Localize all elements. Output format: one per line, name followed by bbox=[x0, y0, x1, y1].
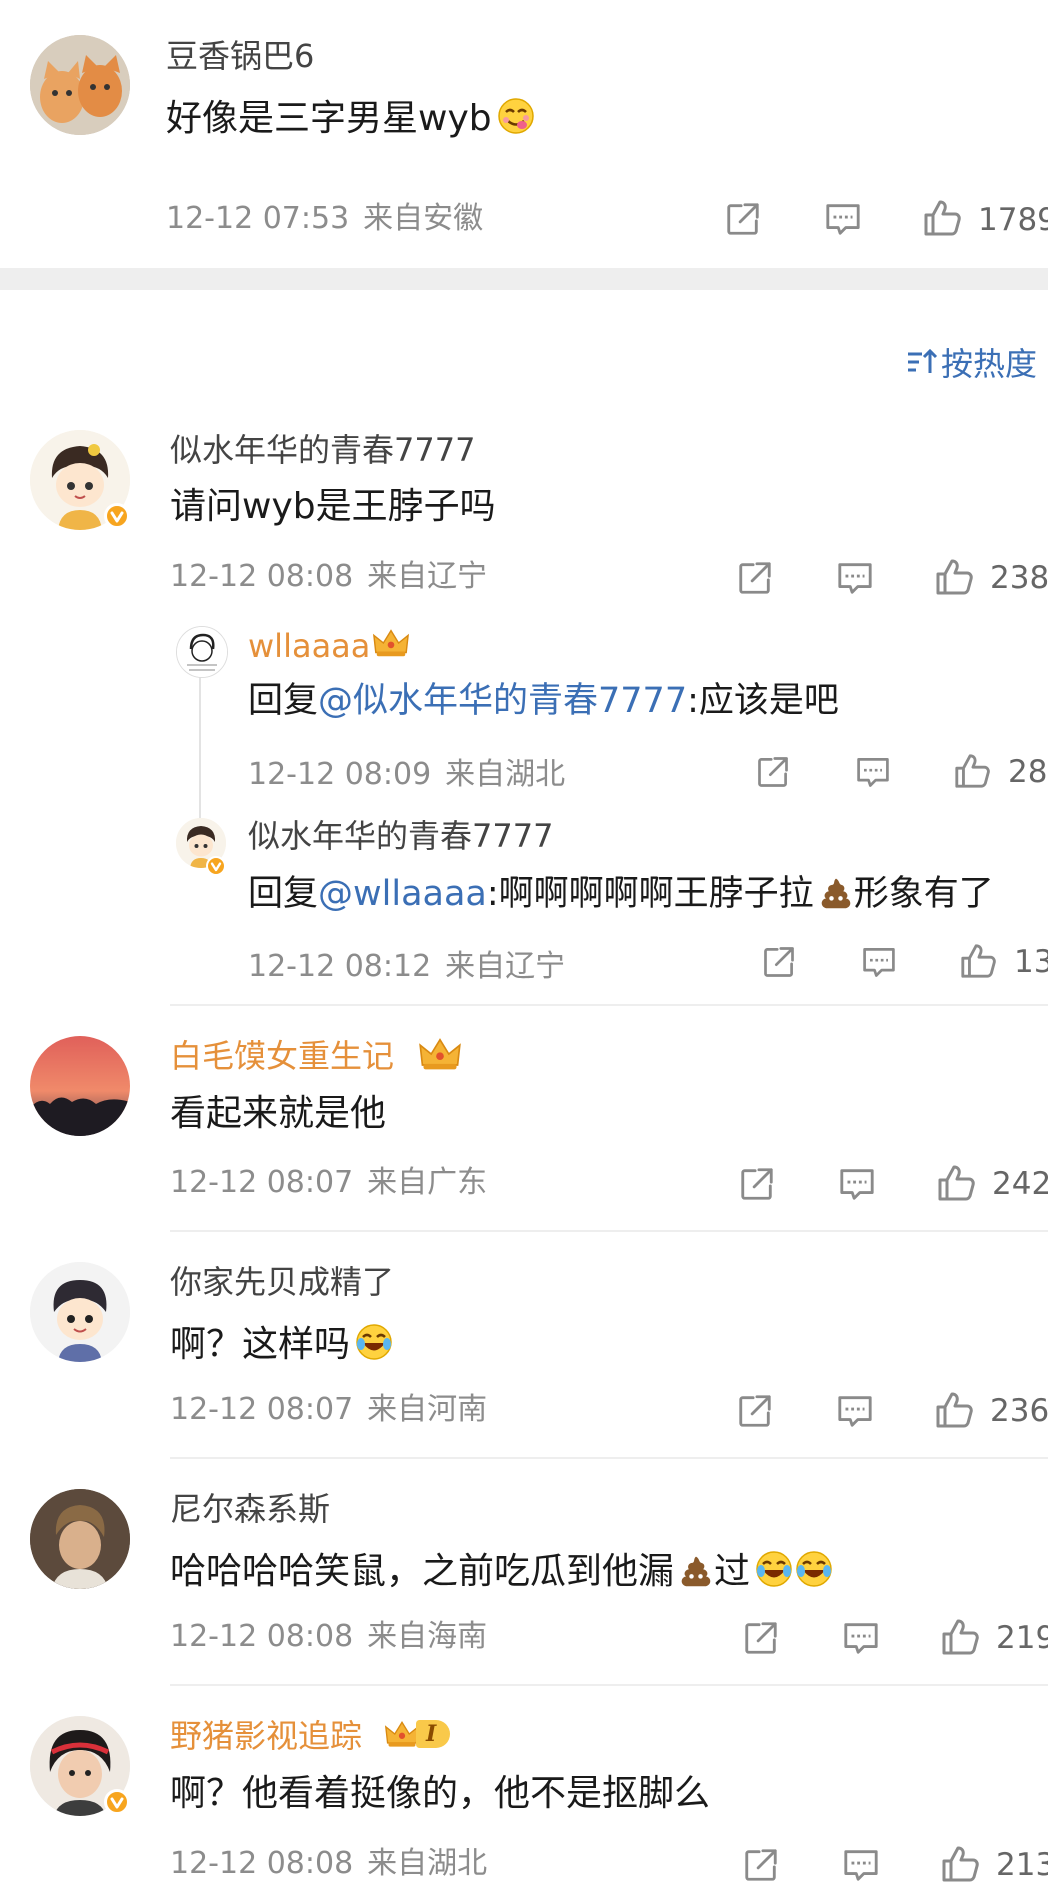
comment-text: 哈哈哈哈笑鼠，之前吃瓜到他漏过 bbox=[170, 1549, 834, 1590]
comment-text: 请问wyb是王脖子吗 bbox=[170, 486, 496, 527]
like-count: 213 bbox=[996, 1847, 1048, 1883]
share-icon[interactable] bbox=[742, 1846, 780, 1884]
comment-text: 啊？这样吗 bbox=[170, 1322, 394, 1363]
reply-username[interactable]: wllaaaa bbox=[248, 630, 370, 662]
share-icon[interactable] bbox=[755, 754, 791, 790]
crown-badge-icon bbox=[384, 1719, 420, 1749]
sort-label: 按热度 bbox=[941, 345, 1038, 383]
user-avatar[interactable] bbox=[30, 35, 130, 135]
comment-text: 好像是三字男星wyb bbox=[166, 96, 536, 137]
comment-meta: 12-12 08:08 来自辽宁 bbox=[170, 559, 488, 594]
comment-icon[interactable] bbox=[836, 559, 874, 597]
like-icon[interactable] bbox=[940, 1617, 980, 1657]
username[interactable]: 你家先贝成精了 bbox=[170, 1266, 394, 1298]
user-avatar[interactable] bbox=[30, 1262, 130, 1362]
username[interactable]: 野猪影视追踪 bbox=[170, 1720, 362, 1752]
reply-username[interactable]: 似水年华的青春7777 bbox=[248, 820, 553, 852]
reply-text: 回复@wllaaaa:啊啊啊啊啊王脖子拉 形象有了 bbox=[248, 874, 994, 914]
laughing-emoji-icon bbox=[354, 1322, 394, 1362]
laughing-emoji-icon bbox=[754, 1549, 794, 1589]
comment-meta: 12-12 08:08 来自海南 bbox=[170, 1619, 488, 1654]
share-icon[interactable] bbox=[738, 1165, 776, 1203]
comment-divider bbox=[170, 1457, 1048, 1459]
reply-meta: 12-12 08:12 来自辽宁 bbox=[248, 949, 566, 984]
comment-text: 啊？他看着挺像的，他不是抠脚么 bbox=[170, 1773, 711, 1814]
comment-divider bbox=[170, 1684, 1048, 1686]
comment-divider bbox=[170, 1004, 1048, 1006]
like-count: 238 bbox=[990, 560, 1048, 596]
like-icon[interactable] bbox=[934, 1390, 974, 1430]
verified-badge-icon bbox=[104, 1789, 130, 1815]
comment-icon[interactable] bbox=[836, 1392, 874, 1430]
share-icon[interactable] bbox=[736, 1392, 774, 1430]
comment-icon[interactable] bbox=[842, 1846, 880, 1884]
comment-meta: 12-12 07:53 来自安徽 bbox=[166, 201, 484, 236]
reply-text: 回复@似水年华的青春7777:应该是吧 bbox=[248, 681, 839, 721]
like-count: 242 bbox=[992, 1166, 1048, 1202]
like-count: 28 bbox=[1008, 754, 1048, 790]
comment-icon[interactable] bbox=[842, 1619, 880, 1657]
sort-toggle[interactable]: 按热度 bbox=[905, 342, 1038, 383]
comment-icon[interactable] bbox=[824, 200, 862, 238]
comment-meta: 12-12 08:08 来自湖北 bbox=[170, 1846, 488, 1881]
comment-icon[interactable] bbox=[838, 1165, 876, 1203]
cat-avatar-image bbox=[30, 35, 130, 135]
like-icon[interactable] bbox=[953, 752, 991, 790]
verified-badge-icon bbox=[104, 503, 130, 529]
share-icon[interactable] bbox=[761, 944, 797, 980]
sunset-avatar-image bbox=[30, 1036, 130, 1136]
username[interactable]: 似水年华的青春7777 bbox=[170, 434, 475, 466]
section-separator bbox=[0, 268, 1048, 290]
like-count: 13 bbox=[1014, 944, 1048, 980]
comment-icon[interactable] bbox=[855, 754, 891, 790]
reply-avatar[interactable] bbox=[176, 626, 228, 678]
like-icon[interactable] bbox=[936, 1163, 976, 1203]
comment-divider bbox=[170, 1230, 1048, 1232]
portrait-avatar-image bbox=[30, 1489, 130, 1589]
share-icon[interactable] bbox=[724, 200, 762, 238]
verified-badge-icon bbox=[206, 856, 226, 876]
laughing-emoji-icon bbox=[794, 1549, 834, 1589]
sketch-avatar-image bbox=[177, 627, 227, 677]
like-icon[interactable] bbox=[922, 198, 962, 238]
reply-meta: 12-12 08:09 来自湖北 bbox=[248, 757, 566, 792]
level-text: I bbox=[416, 1720, 451, 1748]
cartoon-boy-avatar-image bbox=[30, 1262, 130, 1362]
share-icon[interactable] bbox=[742, 1619, 780, 1657]
mention-link[interactable]: @wllaaaa bbox=[318, 874, 487, 914]
like-count: 1789 bbox=[978, 202, 1048, 238]
comment-text: 看起来就是他 bbox=[170, 1093, 387, 1134]
like-icon[interactable] bbox=[959, 942, 997, 980]
thread-line bbox=[199, 662, 201, 830]
crown-badge-icon bbox=[372, 627, 410, 659]
username[interactable]: 白毛馍女重生记 bbox=[170, 1040, 394, 1072]
member-level-badge: I bbox=[384, 1716, 451, 1752]
poop-emoji-icon bbox=[818, 875, 854, 911]
comment-icon[interactable] bbox=[861, 944, 897, 980]
user-avatar[interactable] bbox=[30, 1036, 130, 1136]
crown-badge-icon bbox=[418, 1036, 462, 1072]
username[interactable]: 尼尔森系斯 bbox=[170, 1493, 330, 1525]
like-icon[interactable] bbox=[934, 557, 974, 597]
comment-meta: 12-12 08:07 来自广东 bbox=[170, 1165, 488, 1200]
username[interactable]: 豆香锅巴6 bbox=[166, 40, 314, 72]
sort-icon bbox=[908, 348, 938, 373]
like-icon[interactable] bbox=[940, 1844, 980, 1884]
mention-link[interactable]: @似水年华的青春7777 bbox=[318, 681, 687, 721]
comment-meta: 12-12 08:07 来自河南 bbox=[170, 1392, 488, 1427]
yum-emoji-icon bbox=[496, 96, 536, 136]
poop-emoji-icon bbox=[678, 1553, 714, 1589]
share-icon[interactable] bbox=[736, 559, 774, 597]
user-avatar[interactable] bbox=[30, 1489, 130, 1589]
like-count: 219 bbox=[996, 1620, 1048, 1656]
like-count: 236 bbox=[990, 1393, 1048, 1429]
